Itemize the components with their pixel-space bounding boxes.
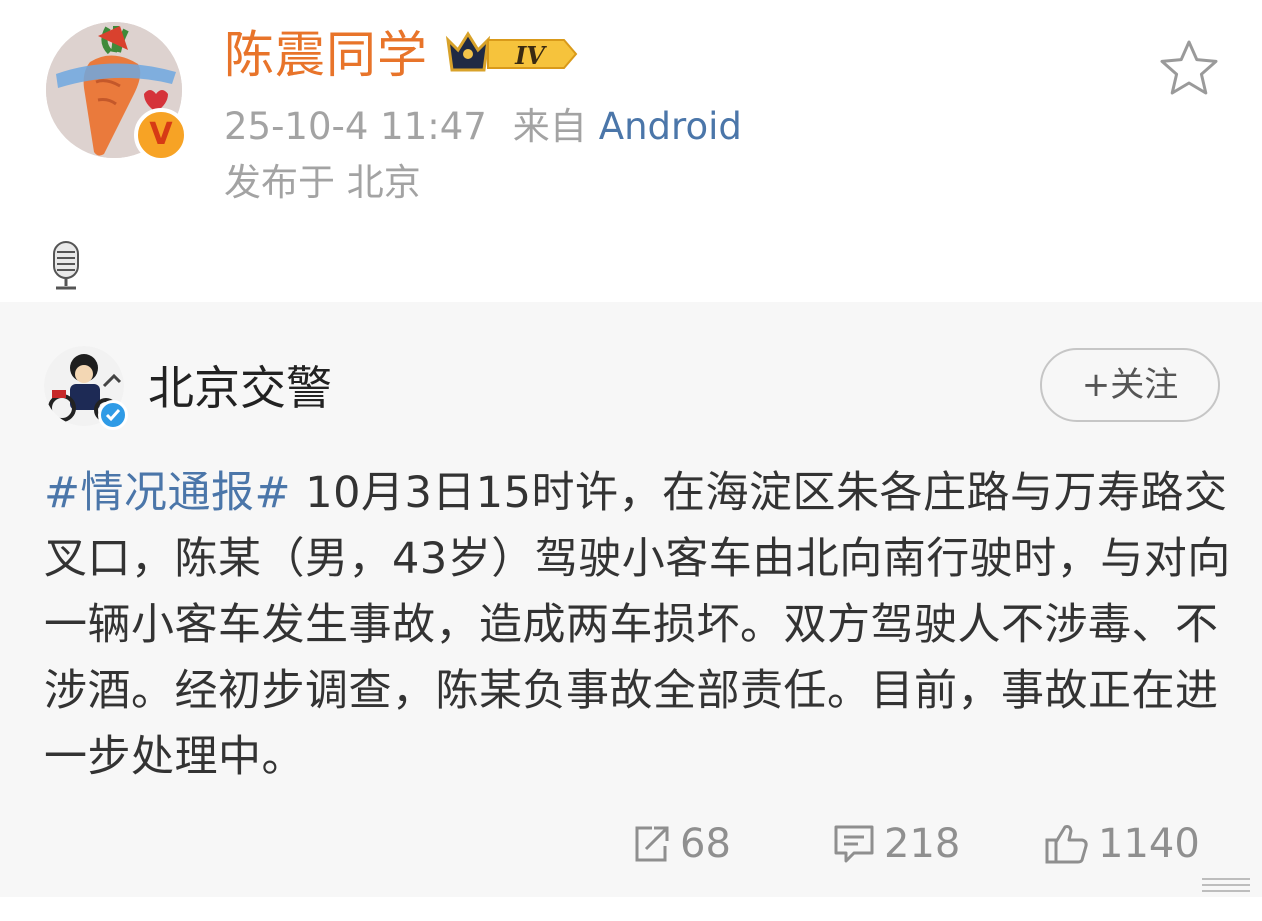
like-button[interactable]: 1140 (1044, 816, 1200, 872)
comment-count: 218 (884, 821, 961, 867)
watermark-lines-icon (1202, 878, 1250, 892)
blue-verified-icon (98, 400, 128, 430)
repost-card[interactable]: 北京交警 +关注 #情况通报# 10月3日15时许，在海淀区朱各庄路与万寿路交叉… (0, 302, 1262, 897)
star-outline-icon[interactable] (1158, 38, 1220, 96)
source-link[interactable]: Android (599, 105, 742, 148)
post-location: 发布于 北京 (224, 161, 421, 204)
verified-badge: V (134, 108, 188, 162)
repost-text: #情况通报# 10月3日15时许，在海淀区朱各庄路与万寿路交叉口，陈某（男，43… (44, 460, 1234, 790)
comment-button[interactable]: 218 (832, 816, 960, 872)
username[interactable]: 陈震同学 (224, 24, 428, 86)
weibo-post-page: V 陈震同学 IV 25-10-4 11:47 来自 Android 发布于 北京 (0, 0, 1262, 921)
repost-author-name[interactable]: 北京交警 (148, 360, 332, 416)
level-text: IV (514, 41, 547, 70)
like-count: 1140 (1098, 821, 1200, 867)
microphone-icon[interactable] (48, 240, 84, 292)
share-icon (635, 826, 669, 862)
from-label: 来自 (512, 105, 587, 148)
post-meta: 25-10-4 11:47 来自 Android (224, 104, 742, 150)
post-time: 25-10-4 11:47 (224, 105, 487, 148)
comment-icon (834, 825, 874, 863)
crown-level-badge-icon: IV (445, 31, 578, 72)
hashtag-link[interactable]: #情况通报# (44, 468, 291, 518)
thumbs-up-icon (1045, 825, 1088, 864)
follow-button[interactable]: +关注 (1040, 348, 1220, 422)
repost-count: 68 (680, 821, 731, 867)
repost-button[interactable]: 68 (630, 816, 731, 872)
